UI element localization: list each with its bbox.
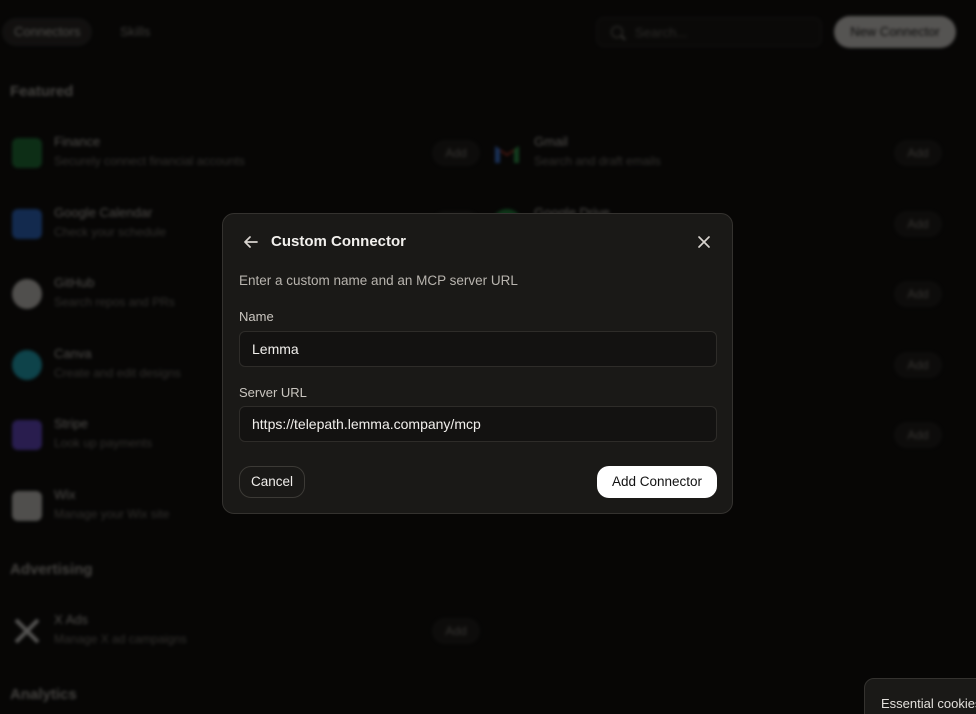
server-url-field[interactable]: [239, 406, 717, 442]
cookie-banner: Essential cookies: [864, 678, 976, 714]
custom-connector-dialog: Custom Connector Enter a custom name and…: [222, 213, 733, 514]
server-url-label: Server URL: [239, 385, 307, 400]
dialog-title: Custom Connector: [271, 233, 406, 250]
cancel-button[interactable]: Cancel: [239, 466, 305, 498]
back-arrow-icon[interactable]: [241, 232, 261, 252]
name-label: Name: [239, 309, 274, 324]
add-connector-submit-button[interactable]: Add Connector: [597, 466, 717, 498]
cookie-banner-text: Essential cookies: [881, 696, 976, 711]
close-icon[interactable]: [694, 232, 714, 252]
name-field[interactable]: [239, 331, 717, 367]
dialog-subtitle: Enter a custom name and an MCP server UR…: [239, 273, 518, 288]
